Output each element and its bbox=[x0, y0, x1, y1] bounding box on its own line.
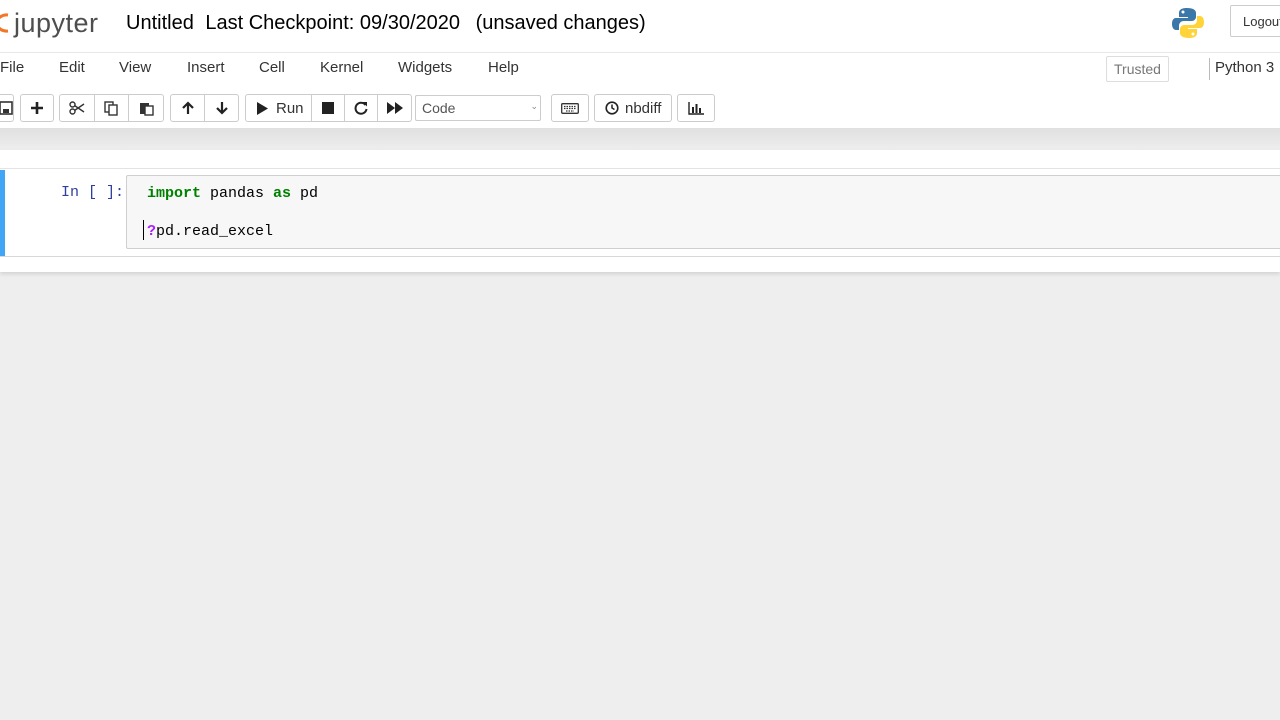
code-line-2: ?pd.read_excel bbox=[147, 223, 273, 240]
jupyter-logo-icon bbox=[0, 13, 9, 33]
move-up-button[interactable] bbox=[170, 94, 205, 122]
menu-widgets[interactable]: Widgets bbox=[398, 53, 452, 87]
header: jupyter Untitled Last Checkpoint: 09/30/… bbox=[0, 0, 1280, 53]
toolbar: Run Code ⌄ nbdiff bbox=[0, 87, 1280, 129]
save-icon bbox=[0, 101, 13, 115]
menu-file[interactable]: File bbox=[0, 53, 24, 87]
nbdiff-button[interactable]: nbdiff bbox=[594, 94, 672, 122]
stop-icon bbox=[322, 102, 334, 114]
cell-bottom-divider bbox=[0, 256, 1280, 257]
paste-button[interactable] bbox=[128, 94, 164, 122]
save-button[interactable] bbox=[0, 94, 14, 122]
arrow-down-icon bbox=[215, 102, 228, 115]
cell-type-select[interactable]: Code ⌄ bbox=[415, 95, 541, 121]
keyword-as: as bbox=[273, 185, 292, 202]
plus-icon bbox=[31, 102, 43, 114]
cut-button[interactable] bbox=[59, 94, 95, 122]
menu-help[interactable]: Help bbox=[488, 53, 519, 87]
copy-button[interactable] bbox=[94, 94, 129, 122]
checkpoint-status: Last Checkpoint: 09/30/2020 bbox=[205, 12, 461, 34]
page-top-divider bbox=[0, 168, 1280, 169]
chart-button[interactable] bbox=[677, 94, 715, 122]
bar-chart-icon bbox=[688, 101, 704, 115]
restart-button[interactable] bbox=[344, 94, 378, 122]
cut-icon bbox=[69, 101, 85, 115]
autosave-status: (unsaved changes) bbox=[475, 12, 646, 34]
kernel-separator bbox=[1209, 58, 1210, 80]
restart-icon bbox=[354, 101, 368, 115]
arrow-up-icon bbox=[181, 101, 194, 114]
restart-run-all-button[interactable] bbox=[377, 94, 412, 122]
code-editor[interactable]: import pandas as pd ?pd.read_excel bbox=[126, 175, 1280, 249]
text-cursor bbox=[143, 220, 144, 240]
python-logo-icon bbox=[1170, 5, 1206, 46]
keyboard-icon bbox=[561, 102, 579, 114]
paste-icon bbox=[139, 102, 154, 116]
interrupt-button[interactable] bbox=[311, 94, 345, 122]
run-button[interactable]: Run bbox=[245, 94, 312, 122]
jupyter-logo-text: jupyter bbox=[14, 8, 99, 38]
menu-cell[interactable]: Cell bbox=[259, 53, 285, 87]
notebook-container: In [ ]: import pandas as pd ?pd.read_exc… bbox=[0, 150, 1280, 272]
toolbar-shadow bbox=[0, 128, 1280, 150]
notebook-name[interactable]: Untitled bbox=[126, 12, 194, 34]
select-caret-icon: ⌄ bbox=[530, 101, 538, 111]
copy-icon bbox=[104, 100, 118, 116]
fast-forward-icon bbox=[386, 102, 403, 114]
menu-view[interactable]: View bbox=[119, 53, 151, 87]
keyword-import: import bbox=[147, 185, 202, 202]
notebook-title-area: Untitled Last Checkpoint: 09/30/2020 (un… bbox=[126, 12, 652, 35]
nbdiff-label: nbdiff bbox=[625, 99, 662, 117]
menubar: File Edit View Insert Cell Kernel Widget… bbox=[0, 53, 1280, 87]
code-line-1: import pandas as pd bbox=[147, 185, 318, 202]
module-alias: pd bbox=[291, 185, 319, 202]
help-operator: ? bbox=[147, 223, 157, 240]
module-name: pandas bbox=[201, 185, 274, 202]
jupyter-logo[interactable]: jupyter bbox=[0, 5, 99, 41]
code-cell[interactable]: In [ ]: import pandas as pd ?pd.read_exc… bbox=[0, 170, 1280, 256]
run-label: Run bbox=[276, 99, 304, 117]
move-down-button[interactable] bbox=[204, 94, 239, 122]
menu-insert[interactable]: Insert bbox=[187, 53, 225, 87]
insert-cell-button[interactable] bbox=[20, 94, 54, 122]
input-prompt: In [ ]: bbox=[61, 184, 125, 201]
clock-icon bbox=[605, 101, 619, 115]
trusted-indicator[interactable]: Trusted bbox=[1106, 56, 1169, 82]
logout-button[interactable]: Logout bbox=[1230, 5, 1280, 37]
menu-kernel[interactable]: Kernel bbox=[320, 53, 363, 87]
kernel-name[interactable]: Python 3 bbox=[1215, 53, 1274, 83]
cell-type-value: Code bbox=[422, 100, 456, 116]
help-target: pd.read_excel bbox=[156, 223, 274, 240]
command-palette-button[interactable] bbox=[551, 94, 589, 122]
play-icon bbox=[257, 101, 268, 115]
menu-edit[interactable]: Edit bbox=[59, 53, 85, 87]
